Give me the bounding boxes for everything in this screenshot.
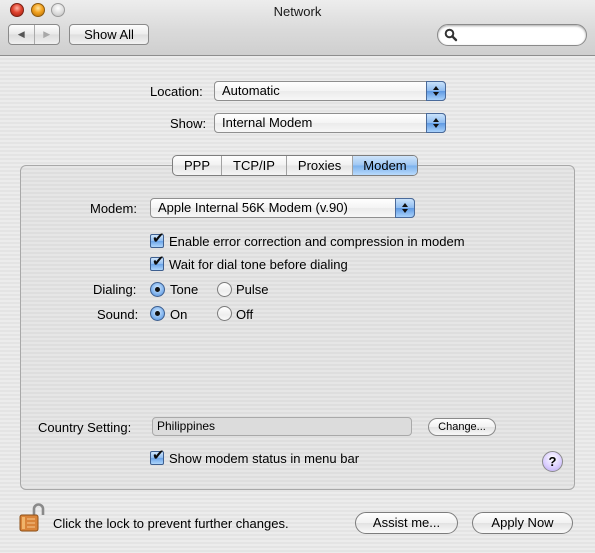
change-country-button[interactable]: Change... (428, 418, 496, 436)
country-setting-field: Philippines (152, 417, 412, 436)
assist-me-button[interactable]: Assist me... (355, 512, 458, 534)
window-title: Network (273, 4, 322, 19)
lock-message: Click the lock to prevent further change… (53, 516, 289, 531)
modem-label: Modem: (90, 201, 137, 216)
country-setting-label: Country Setting: (38, 420, 132, 435)
sound-off-label: Off (236, 307, 254, 322)
wait-dial-tone-checkbox[interactable]: ✔ (150, 253, 165, 271)
popup-arrows-icon (426, 81, 446, 101)
error-correction-label: Enable error correction and compression … (169, 234, 465, 249)
tab-tcpip[interactable]: TCP/IP (222, 156, 287, 175)
location-popup[interactable]: Automatic (214, 81, 446, 101)
sound-label: Sound: (97, 307, 139, 322)
tab-proxies[interactable]: Proxies (287, 156, 354, 175)
dialing-pulse-label: Pulse (236, 282, 269, 297)
back-arrow-icon: ◀ (17, 29, 25, 39)
back-forward-control: ◀ ▶ (8, 24, 60, 45)
checkmark-icon: ✔ (152, 230, 165, 247)
show-all-button[interactable]: Show All (69, 24, 149, 45)
wait-dial-tone-label: Wait for dial tone before dialing (169, 257, 348, 272)
apply-now-button[interactable]: Apply Now (472, 512, 573, 534)
modem-popup[interactable]: Apple Internal 56K Modem (v.90) (150, 198, 415, 218)
search-icon (444, 28, 458, 42)
location-label: Location: (150, 84, 203, 99)
unlocked-padlock-icon[interactable] (18, 503, 46, 533)
forward-button[interactable]: ▶ (35, 25, 60, 44)
sound-on-label: On (170, 307, 188, 322)
tab-ppp[interactable]: PPP (173, 156, 223, 175)
forward-arrow-icon: ▶ (43, 29, 51, 39)
search-field[interactable] (437, 24, 587, 46)
sound-on-radio[interactable] (150, 306, 165, 321)
show-modem-status-label: Show modem status in menu bar (169, 451, 360, 466)
tab-bar: PPP TCP/IP Proxies Modem (172, 155, 418, 176)
back-button[interactable]: ◀ (9, 25, 35, 44)
checkmark-icon: ✔ (152, 253, 165, 270)
checkmark-icon: ✔ (152, 447, 165, 464)
dialing-pulse-radio[interactable] (217, 282, 232, 297)
location-value: Automatic (222, 83, 280, 98)
show-popup[interactable]: Internal Modem (214, 113, 446, 133)
show-value: Internal Modem (222, 115, 313, 130)
dialing-label: Dialing: (93, 282, 137, 297)
popup-arrows-icon (395, 198, 415, 218)
help-button[interactable]: ? (542, 451, 563, 472)
show-label: Show: (170, 116, 207, 131)
network-preferences-window: Network ◀ ▶ Show All Location: Automatic… (0, 0, 595, 553)
titlebar: Network ◀ ▶ Show All (0, 0, 595, 56)
error-correction-checkbox[interactable]: ✔ (150, 230, 165, 248)
dialing-tone-radio[interactable] (150, 282, 165, 297)
dialing-tone-label: Tone (170, 282, 199, 297)
popup-arrows-icon (426, 113, 446, 133)
show-modem-status-checkbox[interactable]: ✔ (150, 447, 165, 465)
sound-off-radio[interactable] (217, 306, 232, 321)
modem-value: Apple Internal 56K Modem (v.90) (158, 200, 348, 215)
tab-modem[interactable]: Modem (353, 156, 417, 175)
